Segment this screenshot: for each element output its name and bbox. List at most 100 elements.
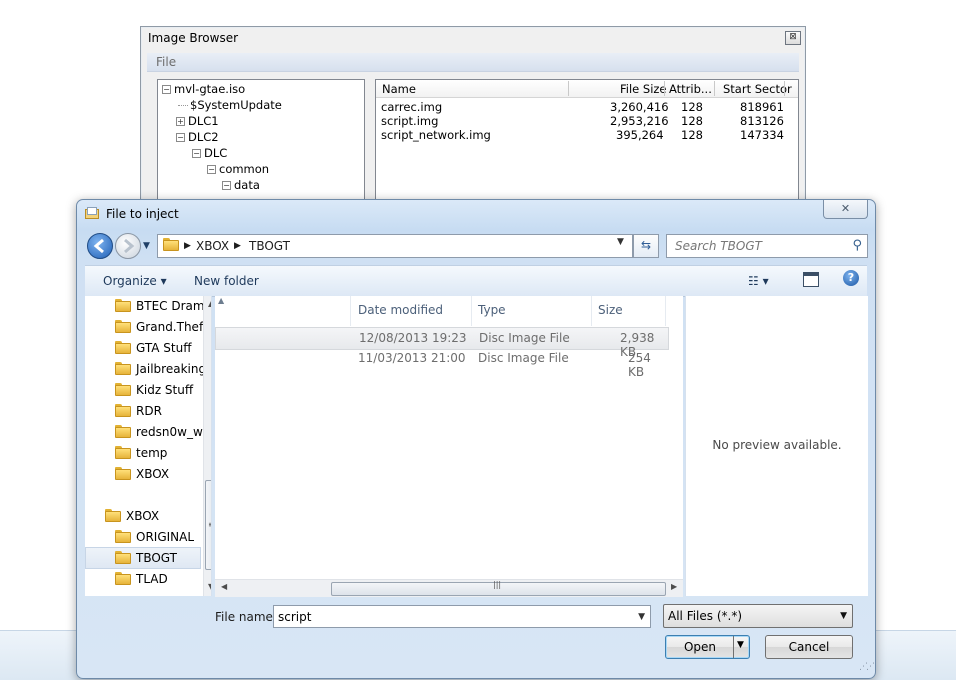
refresh-icon[interactable]: ⇆ <box>633 234 659 258</box>
folder-icon <box>115 572 131 585</box>
column-separator[interactable] <box>568 81 569 96</box>
scroll-up-arrow-icon[interactable]: ▲ <box>208 299 211 308</box>
file-list-pane[interactable]: ▲ Date modified Type Size 12/08/2013 19:… <box>215 296 683 597</box>
address-bar[interactable]: ▶ XBOX ▶ TBOGT <box>157 234 633 258</box>
nav-item-kidz-stuff[interactable]: Kidz Stuff <box>85 380 199 400</box>
nav-item-grand-thef[interactable]: Grand.Thef <box>85 317 203 337</box>
chevron-down-icon[interactable]: ▼ <box>638 612 645 622</box>
tree-node[interactable]: + DLC1 <box>176 114 219 130</box>
search-icon[interactable]: ⚲ <box>852 238 862 253</box>
column-start-sector[interactable]: Start Sector <box>723 82 792 97</box>
nav-item-xbox-sub[interactable]: XBOX <box>85 464 199 484</box>
column-separator[interactable] <box>350 296 351 326</box>
file-type: Disc Image File <box>478 351 569 365</box>
open-options-chevron-icon[interactable]: ▼ <box>737 640 744 650</box>
breadcrumb-item-tbogt[interactable]: TBOGT <box>249 239 290 253</box>
cancel-button[interactable]: Cancel <box>765 635 853 659</box>
nav-item-gta-stuff[interactable]: GTA Stuff <box>85 338 199 358</box>
address-dropdown-chevron-icon[interactable]: ▼ <box>617 237 624 247</box>
preview-pane-icon[interactable] <box>803 272 819 287</box>
nav-item-label: redsn0w_wi <box>136 425 207 439</box>
nav-item-original[interactable]: ORIGINAL <box>85 527 199 547</box>
nav-item-jailbreaking[interactable]: Jailbreaking <box>85 359 206 379</box>
nav-item-btec-dram[interactable]: BTEC Dram <box>85 296 205 316</box>
folder-icon <box>115 530 131 543</box>
organize-button[interactable]: Organize ▾ <box>103 274 167 288</box>
change-view-button[interactable]: ☷ ▾ <box>748 274 769 288</box>
tree-node[interactable]: − data <box>222 178 260 194</box>
nav-item-tlad[interactable]: TLAD <box>85 569 199 589</box>
nav-item-label: Kidz Stuff <box>136 383 194 397</box>
tree-node[interactable]: − mvl-gtae.iso <box>162 82 245 98</box>
collapse-icon[interactable]: − <box>222 181 231 190</box>
folder-icon <box>105 509 121 522</box>
back-arrow-icon[interactable] <box>87 233 113 259</box>
file-type-filter[interactable]: All Files (*.*) ▼ <box>663 604 853 628</box>
file-open-dialog: File to inject ✕ ▼ ▶ XBOX ▶ TBOGT ▼ ⇆ Se… <box>76 199 876 679</box>
collapse-icon[interactable]: − <box>192 149 201 158</box>
column-separator[interactable] <box>664 81 665 96</box>
nav-item-label: RDR <box>136 404 162 418</box>
collapse-icon[interactable]: − <box>207 165 216 174</box>
resize-grip-icon[interactable]: ⋰⋰ <box>859 662 875 672</box>
cell-start-sector: 818961 <box>740 100 784 114</box>
scroll-left-arrow-icon[interactable]: ◀ <box>221 582 227 591</box>
file-name-input[interactable]: script ▼ <box>273 605 651 628</box>
file-row[interactable]: 12/08/2013 19:23 Disc Image File 2,938 K… <box>215 327 669 359</box>
scroll-right-arrow-icon[interactable]: ▶ <box>671 582 677 591</box>
nav-item-label: XBOX <box>126 509 160 523</box>
tree-node[interactable]: − DLC2 <box>176 130 219 146</box>
breadcrumb-item-xbox[interactable]: XBOX <box>196 239 229 253</box>
collapse-icon[interactable]: − <box>162 85 171 94</box>
nav-item-xbox[interactable]: XBOX <box>85 506 199 526</box>
column-separator[interactable] <box>591 296 592 326</box>
file-row[interactable]: 11/03/2013 21:00 Disc Image File 254 KB <box>215 348 667 379</box>
tree-node[interactable]: − common <box>207 162 269 178</box>
nav-item-label: GTA Stuff <box>136 341 192 355</box>
column-separator[interactable] <box>784 81 785 96</box>
nav-item-rdr[interactable]: RDR <box>85 401 199 421</box>
column-separator[interactable] <box>665 296 666 326</box>
scroll-grip-icon: ||| <box>493 580 502 589</box>
recent-locations-chevron-icon[interactable]: ▼ <box>143 241 150 251</box>
expand-icon[interactable]: + <box>176 117 185 126</box>
tree-node[interactable]: $SystemUpdate <box>178 98 282 114</box>
cell-file-size: 2,953,216 <box>610 114 669 128</box>
navigation-pane[interactable]: BTEC Dram Grand.Thef GTA Stuff Jailbreak… <box>85 296 212 596</box>
scroll-down-arrow-icon[interactable]: ▼ <box>208 582 211 591</box>
table-row[interactable]: carrec.img 3,260,416 128 818961 <box>376 100 798 114</box>
tree-node[interactable]: − DLC <box>192 146 227 162</box>
chevron-down-icon[interactable]: ▼ <box>840 611 847 621</box>
close-icon[interactable]: ⊠ <box>785 31 801 45</box>
column-separator[interactable] <box>714 81 715 96</box>
table-row[interactable]: script_network.img 395,264 128 147334 <box>376 128 798 142</box>
folder-icon <box>115 341 131 354</box>
nav-item-redsn0w[interactable]: redsn0w_wi <box>85 422 206 442</box>
new-folder-button[interactable]: New folder <box>194 274 259 288</box>
close-icon[interactable]: ✕ <box>823 200 868 219</box>
tree-node-label: data <box>234 178 260 192</box>
file-name-value: script <box>278 610 312 624</box>
column-attrib[interactable]: Attrib... <box>669 82 712 97</box>
file-list-h-scrollbar[interactable]: ◀ ||| ▶ <box>215 579 683 597</box>
nav-item-label: TBOGT <box>136 551 177 565</box>
cell-attrib: 128 <box>681 100 703 114</box>
nav-item-temp[interactable]: temp <box>85 443 199 463</box>
nav-item-tbogt[interactable]: TBOGT <box>85 547 201 569</box>
forward-arrow-icon[interactable] <box>115 233 141 259</box>
column-file-size[interactable]: File Size <box>620 82 667 97</box>
column-name[interactable]: Name <box>382 82 416 97</box>
collapse-icon[interactable]: − <box>176 133 185 142</box>
breadcrumb-separator-icon[interactable]: ▶ <box>234 241 241 251</box>
table-row[interactable]: script.img 2,953,216 128 813126 <box>376 114 798 128</box>
tree-node-label: DLC <box>204 146 228 160</box>
cell-attrib: 128 <box>681 114 703 128</box>
search-input[interactable]: Search TBOGT ⚲ <box>666 234 868 258</box>
folder-icon <box>115 551 131 564</box>
breadcrumb-separator-icon[interactable]: ▶ <box>184 241 191 251</box>
nav-item-label: BTEC Dram <box>136 299 205 313</box>
menu-file[interactable]: File <box>156 55 176 69</box>
column-separator[interactable] <box>471 296 472 326</box>
help-icon[interactable]: ? <box>843 270 859 286</box>
tree-node-label: DLC1 <box>188 114 219 128</box>
